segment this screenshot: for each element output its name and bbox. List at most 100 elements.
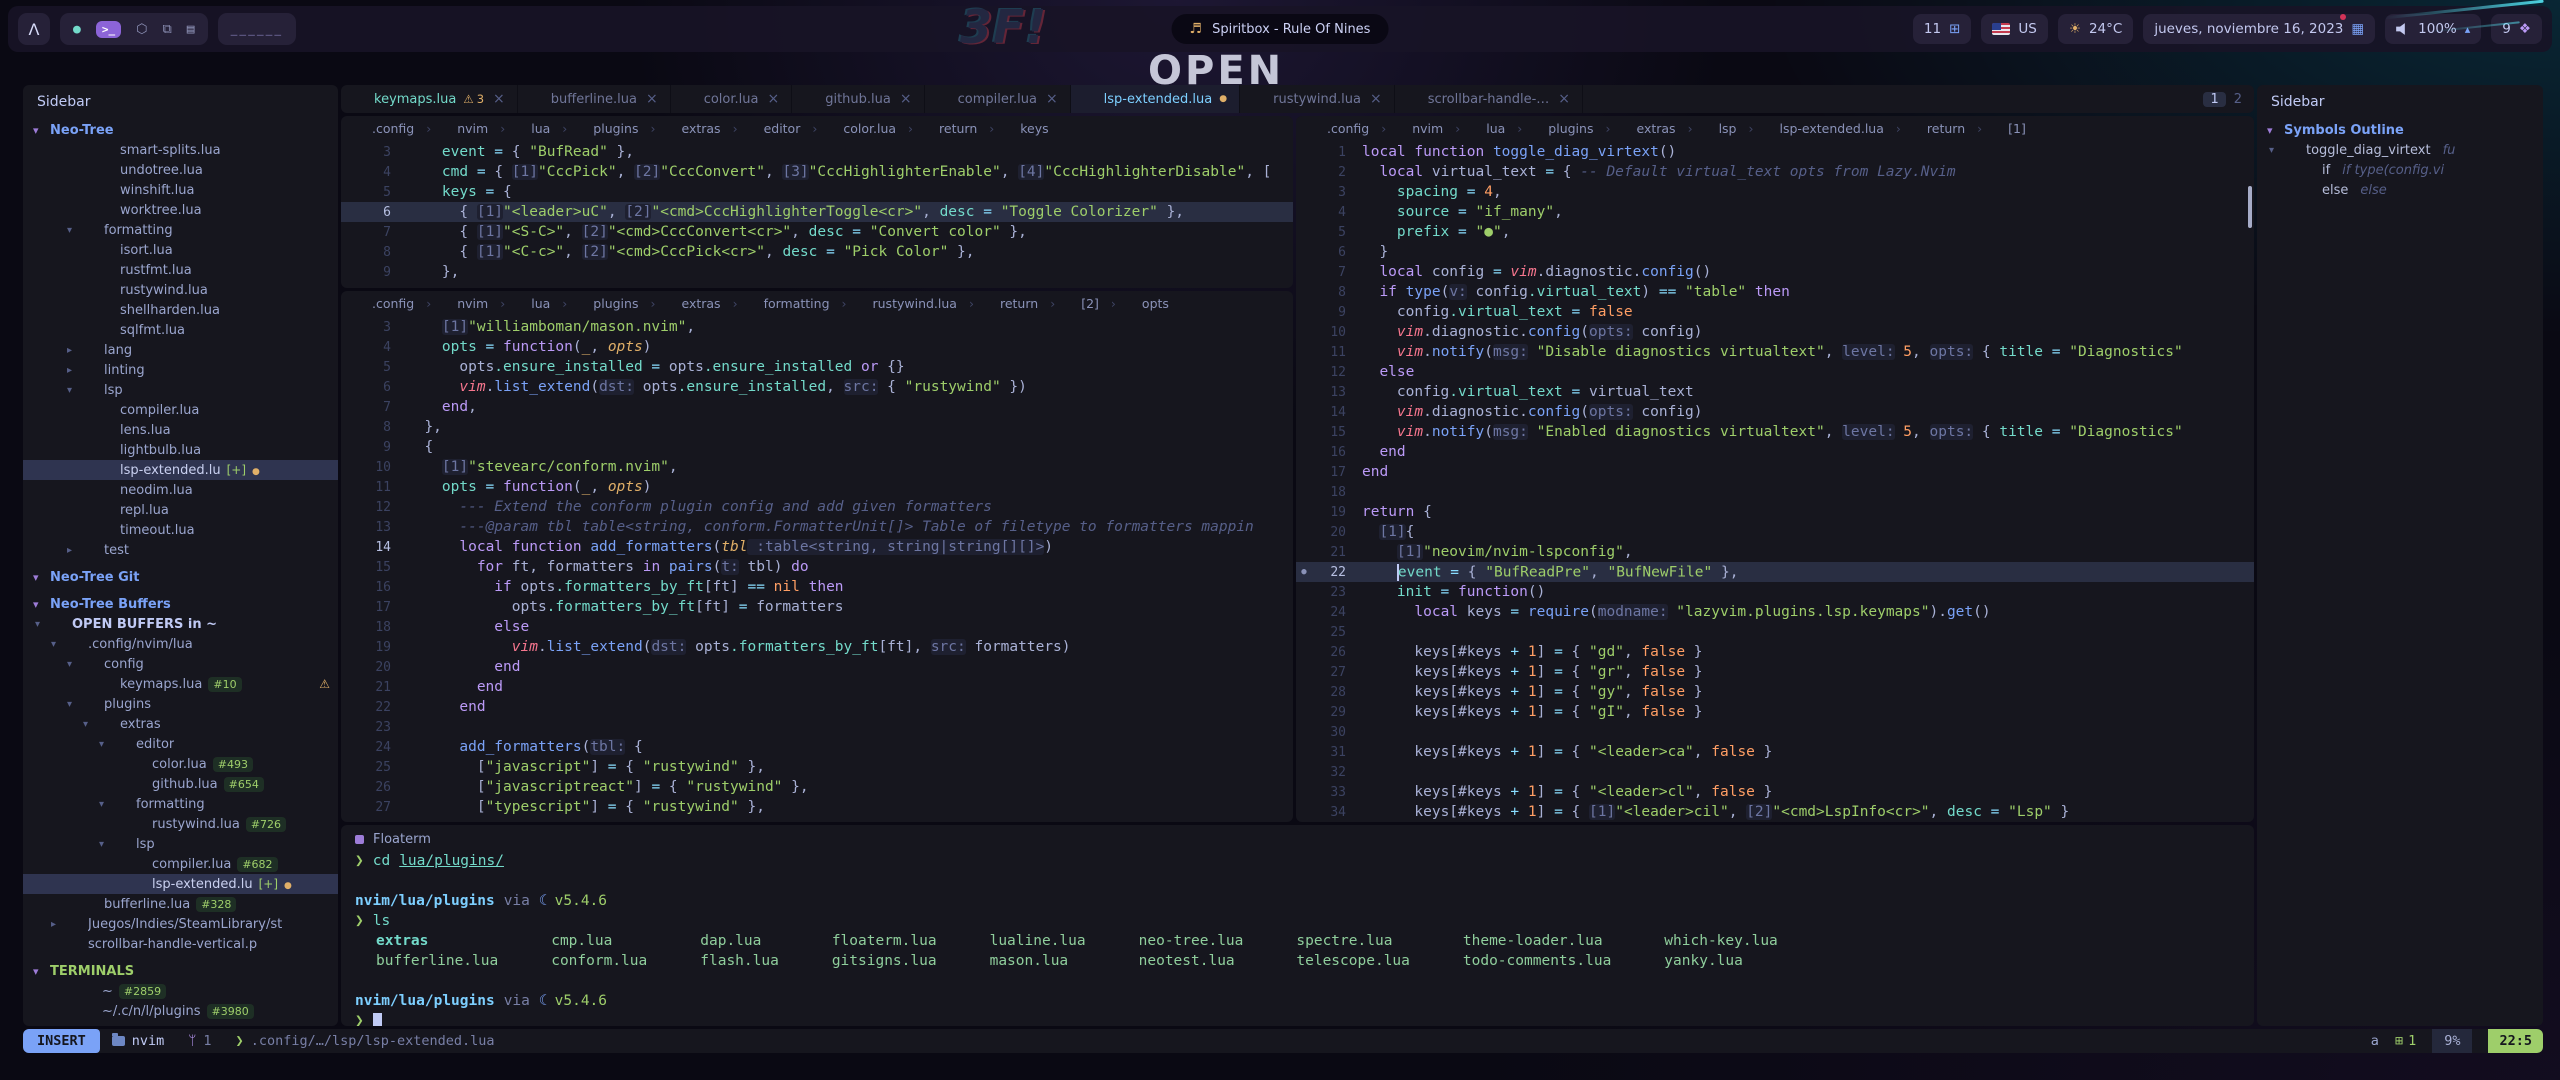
tree-item[interactable]: timeout.lua [23,520,338,540]
code-line[interactable]: 14 local function add_formatters(tbl :ta… [341,537,1293,557]
breadcrumb-item[interactable]: .config [353,296,438,311]
code-line[interactable]: 33 keys[#keys + 1] = { "<leader>cl", fal… [1296,782,2254,802]
breadcrumb-item[interactable]: extras [662,121,744,136]
keyboard-layout-widget[interactable]: US [1981,14,2047,44]
tree-item[interactable]: rustfmt.lua [23,260,338,280]
breadcrumb-item[interactable]: opts [1123,296,1169,311]
code-line[interactable]: 21 [1]"neovim/nvim-lspconfig", [1296,542,2254,562]
breadcrumb-item[interactable]: formatting [745,296,854,311]
code-line[interactable]: 26 ["javascriptreact"] = { "rustywind" }… [341,777,1293,797]
tree-item[interactable]: ▾ formatting [23,220,338,240]
tree-item[interactable]: ▸ lang [23,340,338,360]
code-line[interactable]: 11 vim.notify(msg: "Disable diagnostics … [1296,342,2254,362]
tree-item[interactable]: sqlfmt.lua [23,320,338,340]
breadcrumb-item[interactable]: return [1908,121,1989,136]
outline-item[interactable]: if if type(config.vi [2257,160,2543,180]
breadcrumb-item[interactable]: [1] [1989,121,2026,136]
code-line[interactable]: 26 keys[#keys + 1] = { "gd", false } [1296,642,2254,662]
breadcrumb-item[interactable]: color.lua [824,121,920,136]
breadcrumb-item[interactable]: plugins [574,121,662,136]
breadcrumb-item[interactable]: rustywind.lua [854,296,981,311]
section-header[interactable]: ▾ Symbols Outline [2257,119,2543,140]
code-line[interactable]: 6 { [1]"<leader>uC", [2]"<cmd>CccHighlig… [341,202,1293,222]
tree-item[interactable]: isort.lua [23,240,338,260]
code-line[interactable]: 12 else [1296,362,2254,382]
branch-segment[interactable]: ᛘ 1 [176,1029,223,1053]
breadcrumb-item[interactable]: lsp [1700,121,1761,136]
close-icon[interactable]: × [493,91,505,107]
tree-item[interactable]: ~/.c/n/l/plugins #3980 [23,1001,338,1021]
close-icon[interactable]: × [900,91,912,107]
close-icon[interactable]: × [767,91,779,107]
tree-item[interactable]: repl.lua [23,500,338,520]
volume-widget[interactable]: 100% ▴ [2385,14,2481,44]
cwd-segment[interactable]: nvim [100,1029,177,1053]
tree-item[interactable]: rustywind.lua [23,280,338,300]
code-line[interactable]: 12 --- Extend the conform plugin config … [341,497,1293,517]
code-line[interactable]: 11 opts = function(_, opts) [341,477,1293,497]
code-line[interactable]: 34 keys[#keys + 1] = { [1]"<leader>cil",… [1296,802,2254,822]
music-widget[interactable]: ♬ Spiritbox - Rule Of Nines [1172,14,1389,44]
breadcrumb-item[interactable]: lua [1467,121,1529,136]
code-line[interactable]: 7 local config = vim.diagnostic.config() [1296,262,2254,282]
code-line[interactable]: 25 [1296,622,2254,642]
tree-item[interactable]: ▾ config [23,654,338,674]
close-icon[interactable]: × [1370,91,1382,107]
code-line[interactable]: 5 prefix = "●", [1296,222,2254,242]
code-line[interactable]: 1 local function toggle_diag_virtext() [1296,142,2254,162]
code-line[interactable]: 23 init = function() [1296,582,2254,602]
tab-indicator[interactable]: ⊞1 [2395,1033,2416,1049]
breadcrumb-item[interactable]: keys [1001,121,1048,136]
code-line[interactable]: 8 if type(v: config.virtual_text) == "ta… [1296,282,2254,302]
code-line[interactable]: 17 opts.formatters_by_ft[ft] = formatter… [341,597,1293,617]
code-line[interactable]: 8 }, [341,417,1293,437]
code-line[interactable]: 21 end [341,677,1293,697]
weather-widget[interactable]: ☀ 24°C [2058,14,2133,44]
breadcrumb-item[interactable]: plugins [574,296,662,311]
tree-item[interactable]: ~ #2859 [23,981,338,1001]
tray-widget[interactable]: 9 ❖ [2491,14,2542,44]
tree-item[interactable]: compiler.lua [23,400,338,420]
tree-item[interactable]: ▾ lsp [23,834,338,854]
code-line[interactable]: 3 event = { "BufRead" }, [341,142,1293,162]
tree-item[interactable]: github.lua #654 [23,774,338,794]
code-line[interactable]: 10 [1]"stevearc/conform.nvim", [341,457,1293,477]
terminal-prompt-line[interactable]: ❯ [355,1011,2240,1026]
window-count-widget[interactable]: 11 ⊞ [1913,14,1972,44]
breadcrumb-item[interactable]: lua [512,121,574,136]
breadcrumb-item[interactable]: editor [745,121,825,136]
code-line[interactable]: 4 cmd = { [1]"CccPick", [2]"CccConvert",… [341,162,1293,182]
code-line[interactable]: 15 vim.notify(msg: "Enabled diagnostics … [1296,422,2254,442]
code-line[interactable]: 24 add_formatters(tbl: { [341,737,1293,757]
editor-tab[interactable]: github.lua × [792,85,924,113]
tree-item[interactable]: ▾ extras [23,714,338,734]
breadcrumb-item[interactable]: nvim [438,296,512,311]
code-line[interactable]: 15 for ft, formatters in pairs(t: tbl) d… [341,557,1293,577]
breadcrumb-item[interactable]: nvim [438,121,512,136]
code-line[interactable]: 18 [1296,482,2254,502]
code-line[interactable]: 9 { [341,437,1293,457]
tree-item[interactable]: ▾ plugins [23,694,338,714]
tree-item[interactable]: lsp-extended.lu [+] [23,874,338,894]
code-line[interactable]: 7 end, [341,397,1293,417]
tabpage-number[interactable]: 1 [2203,92,2225,107]
tree-item[interactable]: rustywind.lua #726 [23,814,338,834]
tree-item[interactable]: lightbulb.lua [23,440,338,460]
code-line[interactable]: ● 22 event = { "BufReadPre", "BufNewFile… [1296,562,2254,582]
breadcrumb-item[interactable]: lsp-extended.lua [1760,121,1907,136]
code-line[interactable]: 10 vim.diagnostic.config(opts: config) [1296,322,2254,342]
tabpage-number[interactable]: 2 [2234,92,2242,107]
code-line[interactable]: 24 local keys = require(modname: "lazyvi… [1296,602,2254,622]
tree-item[interactable]: lens.lua [23,420,338,440]
editor-tab[interactable]: rustywind.lua × [1240,85,1395,113]
code-line[interactable]: 22 end [341,697,1293,717]
code-line[interactable]: 8 { [1]"<C-c>", [2]"<cmd>CccPick<cr>", d… [341,242,1293,262]
tree-item[interactable]: keymaps.lua #10 ⚠ [23,674,338,694]
code-line[interactable]: 28 keys[#keys + 1] = { "gy", false } [1296,682,2254,702]
scrollbar-handle[interactable] [2248,186,2252,228]
code-line[interactable]: 19 return { [1296,502,2254,522]
code-line[interactable]: 31 keys[#keys + 1] = { "<leader>ca", fal… [1296,742,2254,762]
tree-item[interactable]: ▾ OPEN BUFFERS in ~ [23,614,338,634]
code-line[interactable]: 13 config.virtual_text = virtual_text [1296,382,2254,402]
code-line[interactable]: 5 keys = { [341,182,1293,202]
